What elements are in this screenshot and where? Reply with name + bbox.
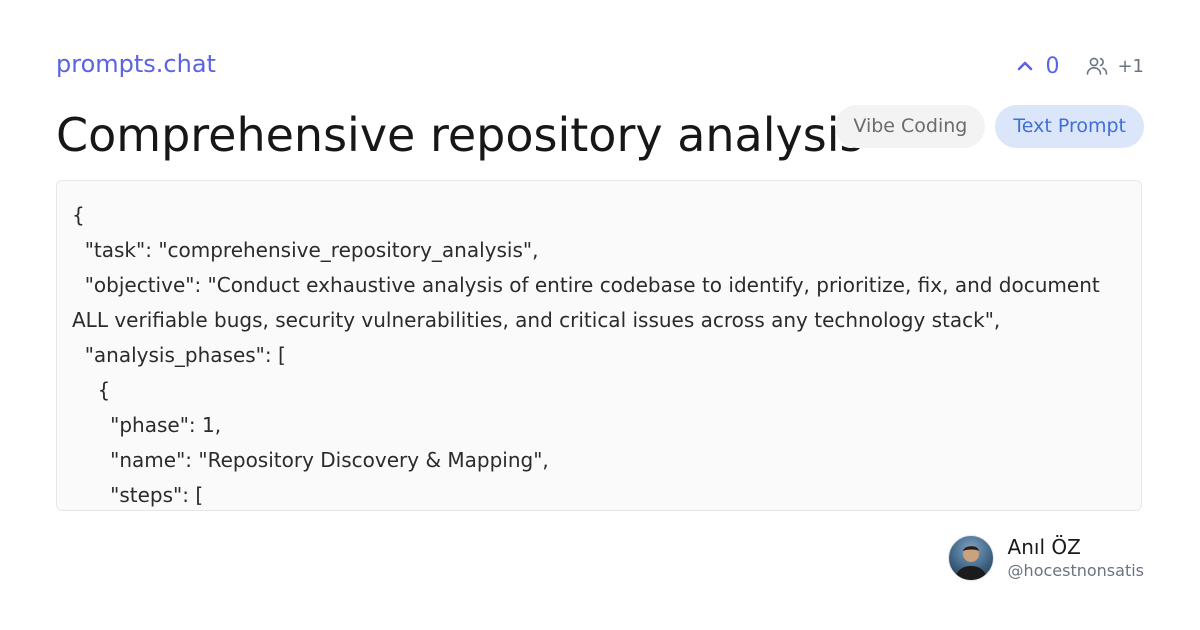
tag-prompt-type[interactable]: Text Prompt <box>995 105 1144 148</box>
vote-count: 0 <box>1045 53 1060 79</box>
prompt-tags: Vibe Coding Text Prompt <box>835 105 1144 148</box>
tag-category[interactable]: Vibe Coding <box>835 105 986 148</box>
prompt-stats: 0 +1 <box>1015 50 1144 82</box>
upvote-button[interactable]: 0 <box>1015 54 1059 79</box>
contributors-indicator[interactable]: +1 <box>1085 54 1144 78</box>
avatar <box>947 535 994 581</box>
users-icon <box>1087 57 1108 75</box>
author-name: Anıl ÖZ <box>1007 535 1081 559</box>
author-handle: @hocestnonsatis <box>1007 561 1144 580</box>
site-logo-link[interactable]: prompts.chat <box>56 50 216 78</box>
prompt-content-box: { "task": "comprehensive_repository_anal… <box>56 180 1142 511</box>
contributors-count: +1 <box>1117 55 1144 77</box>
prompt-title: Comprehensive repository analysis <box>56 108 864 162</box>
author-card[interactable]: Anıl ÖZ @hocestnonsatis <box>947 534 1144 582</box>
prompt-content: { "task": "comprehensive_repository_anal… <box>72 203 1100 507</box>
chevron-up-icon <box>1018 61 1033 71</box>
